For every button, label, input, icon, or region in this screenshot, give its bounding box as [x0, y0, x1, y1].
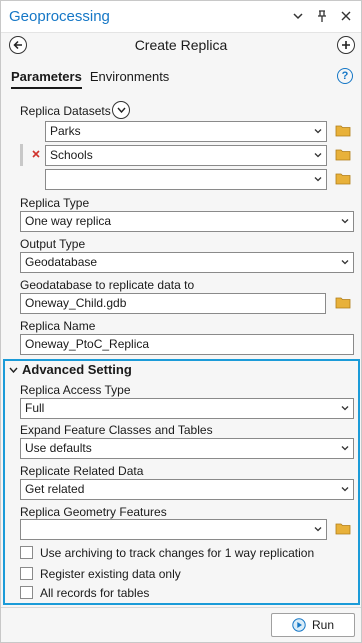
tool-header: Create Replica [1, 34, 361, 58]
run-label: Run [311, 618, 334, 632]
expand-feature-classes-value: Use defaults [25, 441, 92, 455]
related-data-dropdown[interactable]: Get related [20, 479, 354, 500]
help-icon[interactable]: ? [337, 68, 353, 84]
register-existing-label: Register existing data only [40, 567, 181, 581]
folder-icon[interactable] [335, 172, 351, 185]
dataset-row-2[interactable]: Schools [45, 145, 327, 166]
dataset-row-3[interactable] [45, 169, 327, 190]
use-archiving-label: Use archiving to track changes for 1 way… [40, 546, 315, 560]
chevron-down-icon [341, 487, 349, 492]
chevron-down-icon [341, 446, 349, 451]
geoprocessing-pane: Geoprocessing Create Replica Parameters … [0, 0, 362, 643]
folder-icon[interactable] [335, 148, 351, 161]
dataset-value: Schools [50, 148, 93, 162]
replica-name-input[interactable]: Oneway_PtoC_Replica [20, 334, 354, 355]
dataset-row-1[interactable]: Parks [45, 121, 327, 142]
expand-feature-classes-dropdown[interactable]: Use defaults [20, 438, 354, 459]
chevron-down-icon [341, 219, 349, 224]
auto-hide-pin-icon[interactable] [315, 9, 329, 23]
folder-icon[interactable] [335, 124, 351, 137]
plus-icon [342, 41, 350, 49]
all-records-checkbox[interactable] [20, 586, 33, 599]
replica-type-label: Replica Type [20, 196, 90, 210]
run-button[interactable]: Run [271, 613, 355, 637]
chevron-down-icon [314, 129, 322, 134]
folder-icon[interactable] [335, 522, 351, 535]
chevron-down-icon [314, 153, 322, 158]
remove-x-icon [32, 150, 40, 158]
output-type-label: Output Type [20, 237, 86, 251]
replica-datasets-label: Replica Datasets [20, 104, 111, 118]
dataset-value: Parks [50, 124, 81, 138]
replica-type-value: One way replica [25, 214, 112, 228]
tab-bar: Parameters Environments [11, 69, 169, 89]
advanced-setting-header[interactable]: Advanced Setting [9, 362, 132, 377]
selected-row-marker [20, 144, 23, 166]
remove-dataset-button[interactable] [31, 148, 41, 158]
tool-title: Create Replica [134, 37, 228, 53]
replica-type-dropdown[interactable]: One way replica [20, 211, 354, 232]
advanced-setting-title: Advanced Setting [22, 362, 132, 377]
chevron-down-icon [314, 177, 322, 182]
use-archiving-checkbox[interactable] [20, 546, 33, 559]
chevron-down-icon [9, 367, 18, 373]
chevron-down-icon [341, 260, 349, 265]
chevron-down-icon [314, 527, 322, 532]
chevron-down-icon [116, 107, 126, 113]
play-icon [292, 618, 306, 632]
output-type-value: Geodatabase [25, 255, 98, 269]
all-records-label: All records for tables [40, 586, 150, 600]
related-data-value: Get related [25, 482, 85, 496]
geometry-features-dropdown[interactable] [20, 519, 327, 540]
replica-name-label: Replica Name [20, 319, 96, 333]
pane-title: Geoprocessing [9, 8, 110, 25]
chevron-down-icon [341, 406, 349, 411]
geodatabase-label: Geodatabase to replicate data to [20, 278, 195, 292]
tab-parameters[interactable]: Parameters [11, 69, 82, 89]
related-data-label: Replicate Related Data [20, 464, 144, 478]
access-type-dropdown[interactable]: Full [20, 398, 354, 419]
title-bar-controls [291, 9, 353, 23]
register-existing-checkbox[interactable] [20, 567, 33, 580]
output-type-dropdown[interactable]: Geodatabase [20, 252, 354, 273]
title-bar: Geoprocessing [1, 1, 361, 33]
expand-datasets-button[interactable] [112, 101, 130, 119]
options-menu-icon[interactable] [291, 9, 305, 23]
add-button[interactable] [337, 36, 355, 54]
geodatabase-input[interactable]: Oneway_Child.gdb [20, 293, 326, 314]
tab-environments[interactable]: Environments [90, 69, 169, 89]
back-button[interactable] [9, 36, 27, 54]
geometry-features-label: Replica Geometry Features [20, 505, 167, 519]
expand-feature-classes-label: Expand Feature Classes and Tables [20, 423, 213, 437]
access-type-value: Full [25, 401, 45, 415]
arrow-left-icon [13, 40, 22, 50]
folder-icon[interactable] [335, 296, 351, 309]
access-type-label: Replica Access Type [20, 383, 131, 397]
close-icon[interactable] [339, 9, 353, 23]
